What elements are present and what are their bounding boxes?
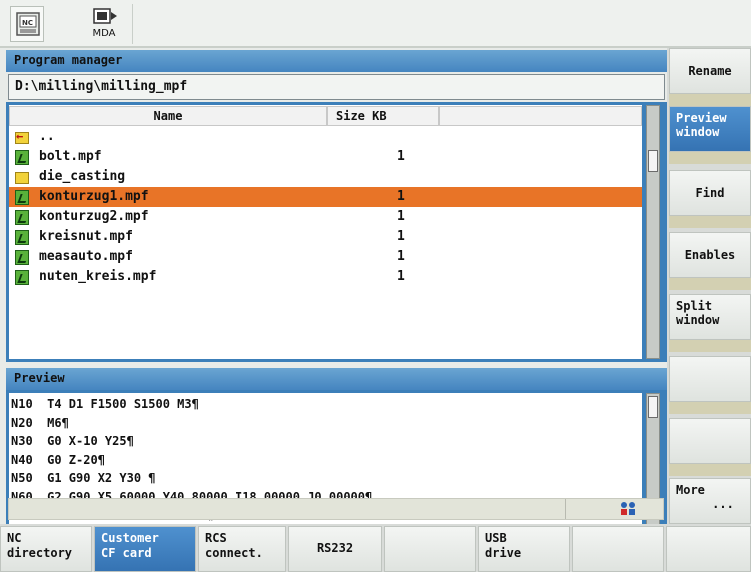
file-name: measauto.mpf [39,249,133,264]
file-size: 1 [397,189,405,204]
list-item[interactable]: .. [9,127,642,147]
program-file-icon [15,150,29,165]
toolbar-divider [132,4,133,44]
file-size: 1 [397,249,405,264]
folder-icon [15,172,29,184]
svg-text:NC: NC [22,19,33,27]
preview-line: N10 T4 D1 F1500 S1500 M3¶ [11,397,199,411]
enables-softkey[interactable]: Enables [669,232,751,278]
softkey-gap [669,152,751,164]
file-size: 1 [397,149,405,164]
file-list-scrollbar[interactable] [646,105,660,359]
softkey-gap [669,94,751,106]
column-header-size[interactable]: Size KB [327,106,439,126]
more-softkey[interactable]: More ... [669,478,751,524]
file-name: nuten_kreis.mpf [39,269,157,284]
softkey-gap [669,278,751,290]
find-softkey[interactable]: Find [669,170,751,216]
status-divider [565,499,566,519]
file-list[interactable]: Name Size KB .. bolt.mpf 1 die_casting k… [9,105,642,359]
parent-folder-icon [15,129,29,144]
list-item[interactable]: measauto.mpf 1 [9,247,642,267]
softkey-gap [669,402,751,414]
split-window-softkey[interactable]: Split window [669,294,751,340]
program-file-icon [15,270,29,285]
list-item[interactable]: konturzug2.mpf 1 [9,207,642,227]
list-item[interactable]: bolt.mpf 1 [9,147,642,167]
preview-line: N50 G1 G90 X2 Y30 ¶ [11,471,156,485]
program-file-icon [15,210,29,225]
nc-directory-softkey[interactable]: NC directory [0,526,92,572]
file-name: kreisnut.mpf [39,229,133,244]
program-manager-title: Program manager [6,50,667,72]
mda-icon[interactable]: MDA [84,6,124,42]
program-manager-panel: Program manager D:\milling\milling_mpf N… [6,48,667,538]
program-file-icon [15,250,29,265]
preview-line: N20 M6¶ [11,415,69,430]
column-header-empty [439,106,642,126]
file-size: 1 [397,229,405,244]
file-name: die_casting [39,169,126,184]
preview-title: Preview [6,368,667,390]
file-name: konturzug2.mpf [39,209,149,224]
list-item[interactable]: nuten_kreis.mpf 1 [9,267,642,287]
scrollbar-thumb[interactable] [648,150,658,172]
file-list-frame: Name Size KB .. bolt.mpf 1 die_casting k… [6,102,667,362]
scrollbar-thumb[interactable] [648,396,658,418]
top-toolbar: NC MDA [0,0,751,48]
empty-softkey-bottom-7[interactable] [572,526,664,572]
list-item-selected[interactable]: konturzug1.mpf 1 [9,187,642,207]
empty-softkey-6[interactable] [669,356,751,402]
rcs-network-icon [619,501,637,517]
customer-cf-card-softkey[interactable]: Customer CF card [94,526,196,572]
preview-line: N40 G0 Z-20¶ [11,452,105,467]
program-file-icon [15,230,29,245]
usb-drive-softkey[interactable]: USB drive [478,526,570,572]
rcs-connect-softkey[interactable]: RCS connect. [198,526,286,572]
empty-softkey-7[interactable] [669,418,751,464]
file-size: 1 [397,269,405,284]
column-header-name[interactable]: Name [9,106,327,126]
file-size: 1 [397,209,405,224]
file-name: konturzug1.mpf [39,189,149,204]
rename-softkey[interactable]: Rename [669,48,751,94]
rs232-softkey[interactable]: RS232 [288,526,382,572]
path-bar: D:\milling\milling_mpf [8,74,665,100]
softkey-gap [669,216,751,228]
empty-softkey-bottom-8[interactable] [666,526,751,572]
softkey-gap [669,464,751,476]
empty-softkey-bottom-5[interactable] [384,526,476,572]
program-file-icon [15,190,29,205]
softkey-gap [669,340,751,352]
vertical-softkeys: Rename Preview window Find Enables Split… [667,48,751,524]
list-item[interactable]: die_casting [9,167,642,187]
file-name: .. [39,129,55,144]
list-item[interactable]: kreisnut.mpf 1 [9,227,642,247]
mda-label: MDA [92,28,116,39]
horizontal-softkeys: NC directory Customer CF card RCS connec… [0,524,751,572]
file-name: bolt.mpf [39,149,102,164]
preview-window-softkey[interactable]: Preview window [669,106,751,152]
preview-line: N30 G0 X-10 Y25¶ [11,434,134,448]
status-bar [8,498,664,520]
nc-machine-icon[interactable]: NC [10,6,44,42]
